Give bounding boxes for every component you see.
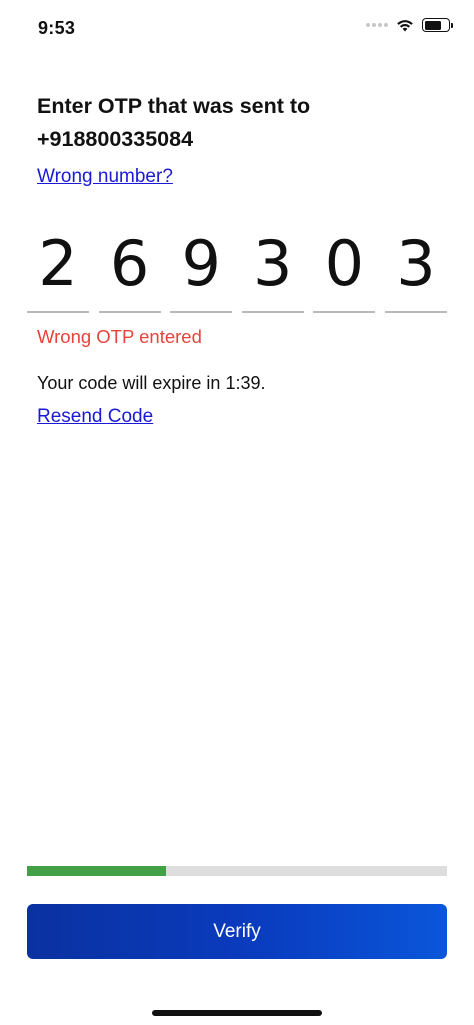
otp-underline — [170, 311, 233, 313]
otp-digit-field-3[interactable]: 9 — [170, 224, 233, 314]
otp-digit: 6 — [109, 227, 150, 300]
wifi-icon — [396, 18, 414, 32]
otp-digit-field-2[interactable]: 6 — [98, 224, 161, 314]
otp-underline — [241, 311, 304, 313]
otp-digit: 9 — [181, 227, 221, 300]
otp-digit: 3 — [396, 227, 436, 300]
otp-digit: 3 — [253, 227, 293, 300]
status-time: 9:53 — [38, 18, 76, 38]
cellular-signal-icon — [366, 23, 388, 27]
progress-bar-fill — [27, 866, 166, 876]
otp-digit-field-4[interactable]: 3 — [241, 224, 304, 314]
otp-error-message: Wrong OTP entered — [37, 326, 202, 347]
wrong-number-link[interactable]: Wrong number? — [37, 166, 173, 188]
home-indicator — [152, 1010, 322, 1016]
progress-bar — [27, 866, 447, 876]
otp-underline — [27, 311, 89, 313]
otp-digit-field-6[interactable]: 3 — [384, 224, 447, 314]
otp-input-row: 2 6 9 3 0 3 — [27, 224, 447, 314]
resend-code-link[interactable]: Resend Code — [37, 406, 153, 428]
expiry-text: Your code will expire in 1:39. — [37, 373, 266, 393]
otp-digit-field-1[interactable]: 2 — [27, 224, 89, 314]
status-bar: 9:53 — [0, 0, 474, 56]
page-title: Enter OTP that was sent to +918800335084 — [37, 94, 311, 151]
otp-underline — [313, 311, 376, 313]
otp-underline — [98, 311, 161, 313]
otp-digit-field-5[interactable]: 0 — [313, 224, 376, 314]
battery-icon — [422, 18, 453, 32]
otp-digit: 2 — [38, 227, 78, 300]
status-icons — [366, 18, 453, 32]
otp-digit: 0 — [324, 227, 365, 300]
verify-button[interactable]: Verify — [27, 904, 447, 959]
otp-underline — [384, 311, 447, 313]
